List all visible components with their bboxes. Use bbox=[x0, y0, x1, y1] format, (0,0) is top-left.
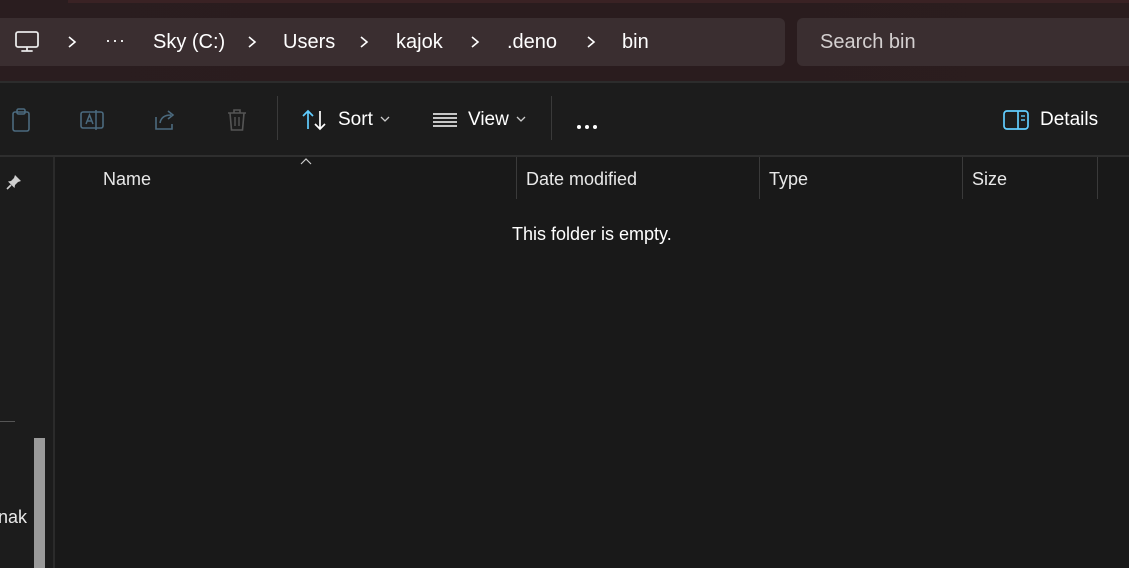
navigation-pane[interactable]: nak bbox=[0, 157, 55, 568]
dot bbox=[593, 125, 597, 129]
column-header-date-modified[interactable]: Date modified bbox=[526, 157, 637, 201]
file-list[interactable]: Name Date modified Type Size This folder… bbox=[55, 157, 1129, 568]
paste-icon[interactable] bbox=[8, 107, 34, 133]
title-strip bbox=[68, 0, 1129, 3]
chevron-right-icon[interactable] bbox=[356, 34, 372, 50]
command-bar: Sort View Details bbox=[0, 83, 1129, 156]
breadcrumb-item-bin[interactable]: bin bbox=[622, 18, 649, 66]
column-divider[interactable] bbox=[516, 157, 517, 199]
breadcrumb-item-deno[interactable]: .deno bbox=[507, 18, 557, 66]
column-header-type[interactable]: Type bbox=[769, 157, 808, 201]
breadcrumb-item-kajok[interactable]: kajok bbox=[396, 18, 443, 66]
details-label: Details bbox=[1040, 109, 1099, 130]
column-divider[interactable] bbox=[759, 157, 760, 199]
this-pc-icon[interactable] bbox=[14, 30, 40, 54]
dot bbox=[585, 125, 589, 129]
empty-folder-message: This folder is empty. bbox=[512, 224, 672, 244]
chevron-right-icon[interactable] bbox=[244, 34, 260, 50]
search-input[interactable]: Search bin bbox=[797, 18, 1129, 66]
sort-icon bbox=[302, 109, 326, 131]
column-header-size[interactable]: Size bbox=[972, 157, 1007, 201]
chevron-down-icon bbox=[380, 116, 390, 122]
chevron-right-icon[interactable] bbox=[583, 34, 599, 50]
divider bbox=[0, 421, 15, 422]
column-divider[interactable] bbox=[1097, 157, 1098, 199]
toolbar-separator bbox=[277, 96, 278, 140]
search-placeholder: Search bin bbox=[820, 31, 916, 53]
view-label: View bbox=[468, 109, 509, 130]
more-options-button[interactable] bbox=[577, 116, 601, 134]
pin-icon[interactable] bbox=[5, 173, 23, 191]
nav-item-label[interactable]: nak bbox=[0, 507, 27, 528]
share-icon[interactable] bbox=[152, 107, 178, 133]
chevron-right-icon[interactable] bbox=[467, 34, 483, 50]
sort-label: Sort bbox=[338, 109, 373, 130]
scrollbar-thumb[interactable] bbox=[34, 438, 45, 568]
chevron-right-icon[interactable] bbox=[64, 34, 80, 50]
rename-icon[interactable] bbox=[79, 107, 105, 133]
breadcrumb[interactable]: ··· Sky (C:) Users kajok .deno bin bbox=[0, 18, 785, 66]
breadcrumb-item-users[interactable]: Users bbox=[283, 18, 335, 66]
column-header-name[interactable]: Name bbox=[103, 157, 151, 201]
details-pane-icon bbox=[1003, 110, 1029, 130]
chevron-down-icon bbox=[516, 116, 526, 122]
breadcrumb-overflow-button[interactable]: ··· bbox=[105, 18, 126, 66]
dot bbox=[577, 125, 581, 129]
delete-icon[interactable] bbox=[224, 107, 250, 133]
address-bar-region: ··· Sky (C:) Users kajok .deno bin Searc… bbox=[0, 0, 1129, 83]
sort-ascending-icon bbox=[300, 158, 312, 165]
breadcrumb-item-drive[interactable]: Sky (C:) bbox=[153, 18, 225, 66]
column-divider[interactable] bbox=[962, 157, 963, 199]
toolbar-separator bbox=[551, 96, 552, 140]
view-list-icon bbox=[433, 113, 457, 127]
